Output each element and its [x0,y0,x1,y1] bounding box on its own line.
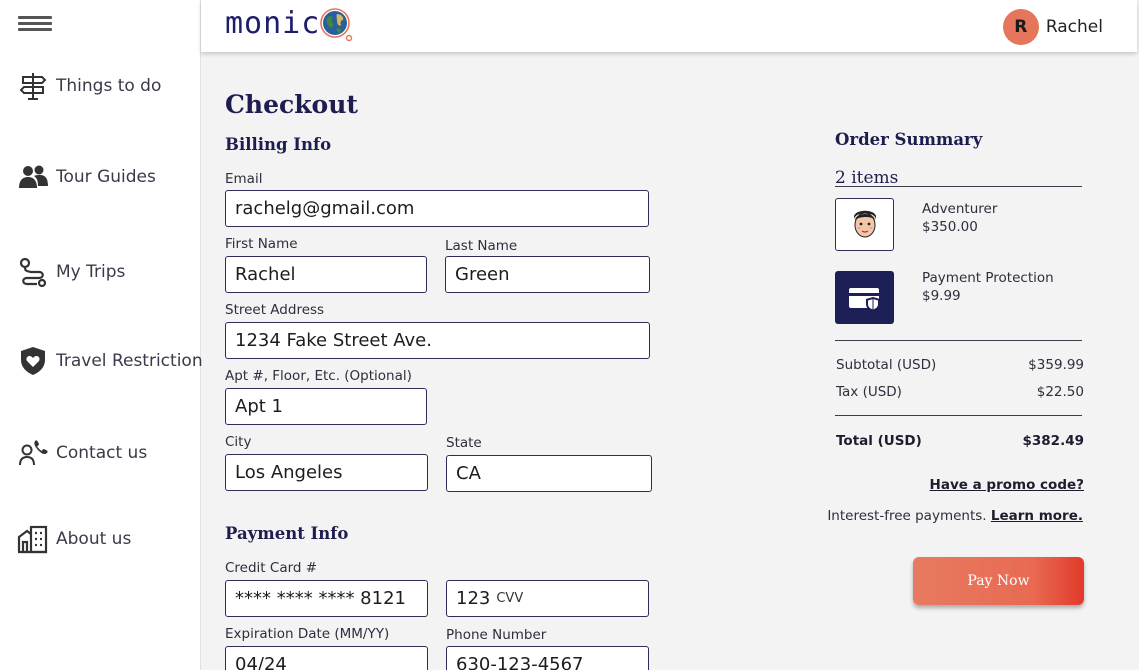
sidebar-item-about-us[interactable]: About us [16,521,131,557]
item-name: Adventurer [922,201,998,217]
cvv-placeholder: CVV [496,591,524,606]
tax-value: $22.50 [1036,384,1084,400]
pay-now-button[interactable]: Pay Now [913,557,1084,605]
subtotal-value: $359.99 [1028,357,1084,373]
divider [835,186,1082,187]
page-title: Checkout [225,90,358,119]
street-address-label: Street Address [225,302,325,318]
sidebar-item-label: About us [56,529,132,549]
city-label: City [225,434,252,450]
order-item: Adventurer $350.00 [922,200,997,236]
top-header: monic R Rachel [201,0,1137,52]
promo-code-link[interactable]: Have a promo code? [930,477,1084,493]
sidebar-item-things-to-do[interactable]: Things to do [16,68,161,104]
user-name: Rachel [1045,17,1103,37]
card-shield-icon [835,271,894,324]
first-name-field[interactable]: Rachel [225,256,427,293]
last-name-field[interactable]: Green [445,256,650,293]
tax-label: Tax (USD) [836,384,902,400]
shield-heart-icon [16,344,50,378]
sidebar-item-label: Tour Guides [56,167,156,187]
learn-more-link[interactable]: Learn more. [991,508,1083,524]
sidebar-item-travel-restriction[interactable]: Travel Restriction [16,343,203,379]
phone-field[interactable]: 630-123-4567 [446,646,649,670]
apt-label: Apt #, Floor, Etc. (Optional) [225,368,412,384]
user-menu[interactable]: R Rachel [1002,9,1103,45]
sidebar-item-contact-us[interactable]: Contact us [16,435,147,471]
expiration-field[interactable]: 04/24 [225,646,428,670]
subtotal-label: Subtotal (USD) [836,357,937,373]
logo-text: monic [225,6,321,41]
state-field[interactable]: CA [446,455,652,492]
items-count: 2 items [835,168,899,188]
installments-note: Interest-free payments. Learn more. [827,508,1083,524]
street-address-field[interactable]: 1234 Fake Street Ave. [225,322,650,359]
sidebar-item-tour-guides[interactable]: Tour Guides [16,159,156,195]
last-name-label: Last Name [445,238,518,254]
logo[interactable]: monic [225,6,353,41]
sidebar: Things to do Tour Guides My Trips Travel… [0,0,203,670]
item-price: $350.00 [922,219,978,235]
cvv-field[interactable]: 123 CVV [446,580,649,617]
avatar: R [1002,9,1039,45]
item-name: Payment Protection [922,270,1054,286]
billing-info-heading: Billing Info [225,135,332,154]
item-price: $9.99 [922,288,961,304]
sidebar-item-label: Contact us [56,443,148,463]
total-value: $382.49 [1022,433,1085,449]
phone-label: Phone Number [446,627,547,643]
sidebar-item-label: My Trips [56,262,126,282]
cvv-value: 123 [456,588,491,609]
building-icon [16,522,50,556]
route-icon [16,255,50,289]
guide-face-icon [835,198,894,251]
credit-card-label: Credit Card # [225,560,318,576]
installments-text: Interest-free payments. [827,508,987,524]
order-summary-heading: Order Summary [835,130,983,149]
first-name-label: First Name [225,236,298,252]
sidebar-item-label: Travel Restriction [56,351,203,371]
people-icon [16,160,50,194]
signpost-icon [16,69,50,103]
payment-info-heading: Payment Info [225,524,349,543]
contact-phone-icon [16,436,50,470]
apt-field[interactable]: Apt 1 [225,388,427,425]
state-label: State [446,435,482,451]
total-label: Total (USD) [836,433,922,449]
menu-icon[interactable] [18,16,52,32]
sidebar-item-label: Things to do [56,76,162,96]
divider [835,340,1082,341]
email-field[interactable]: rachelg@gmail.com [225,190,649,227]
credit-card-field[interactable]: **** **** **** 8121 [225,580,428,617]
sidebar-item-my-trips[interactable]: My Trips [16,254,125,290]
email-label: Email [225,171,263,187]
expiration-label: Expiration Date (MM/YY) [225,626,390,642]
order-item: Payment Protection $9.99 [922,269,1054,305]
globe-icon [320,7,353,41]
city-field[interactable]: Los Angeles [225,454,428,491]
divider [835,415,1082,416]
